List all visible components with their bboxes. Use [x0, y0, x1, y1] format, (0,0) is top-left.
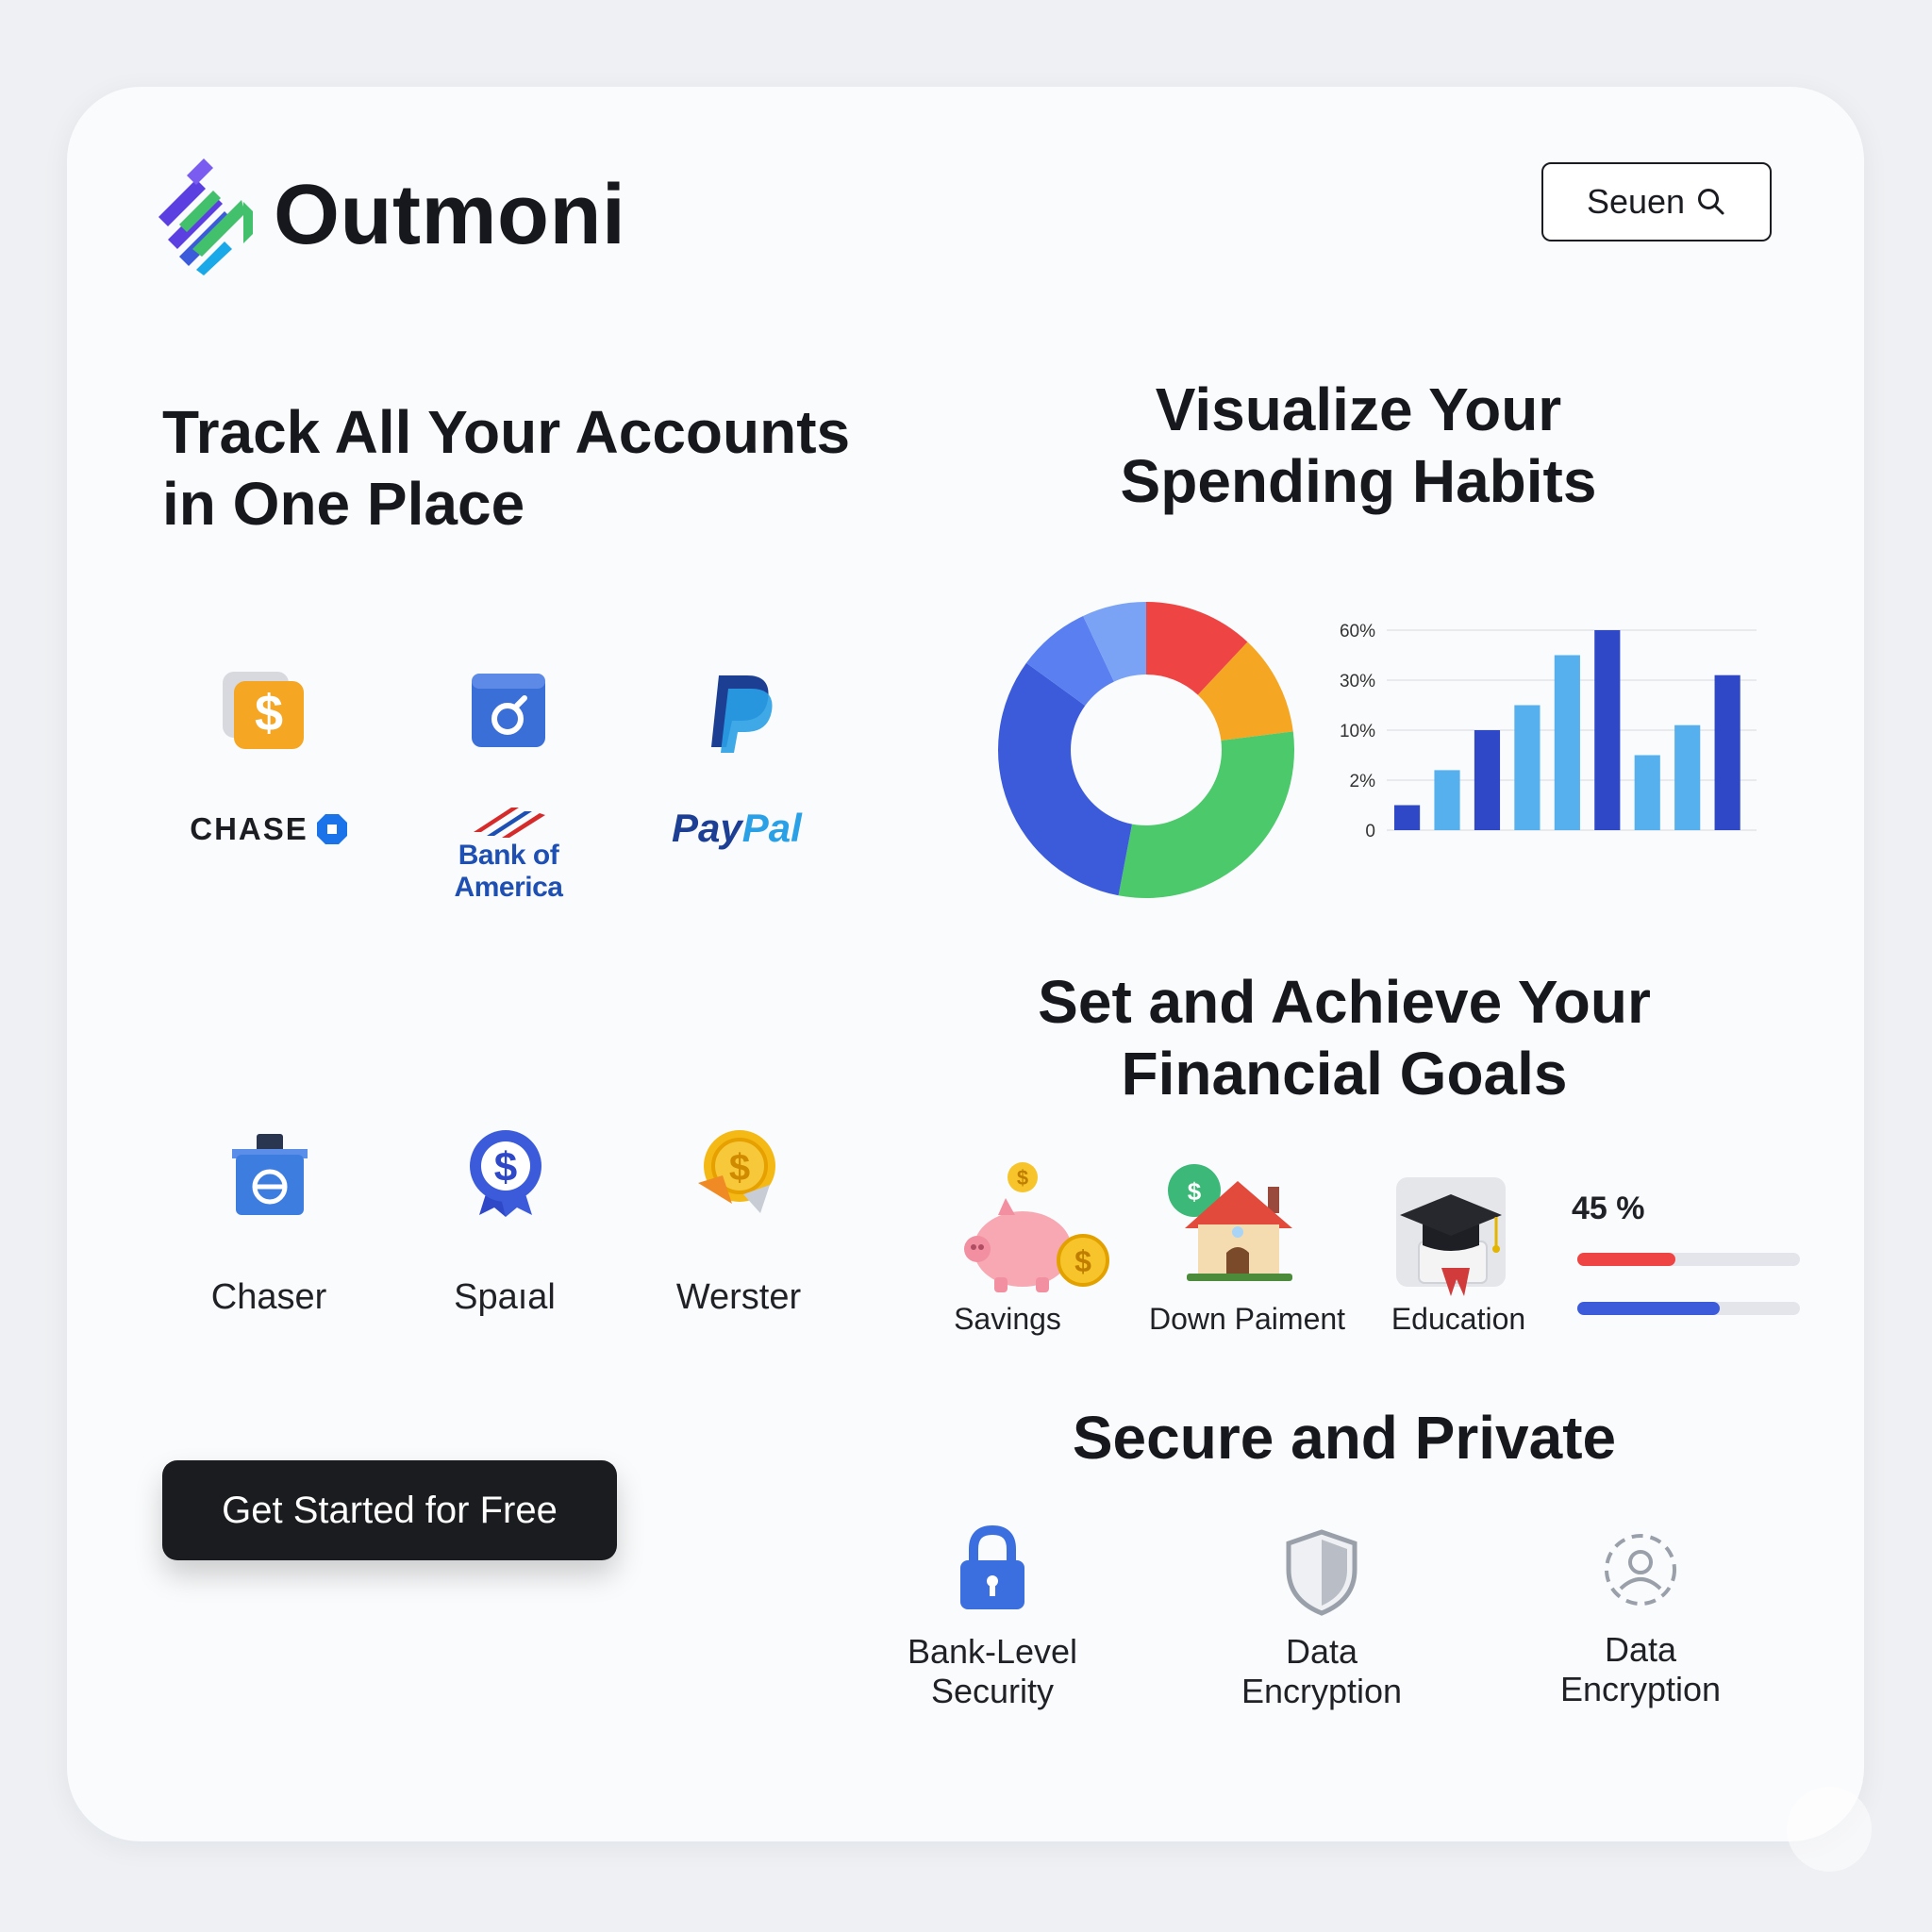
- account-label-werster[interactable]: Werster: [640, 1277, 838, 1318]
- security-label-data-encryption-2: Data Encryption: [1559, 1630, 1722, 1708]
- donut-slice-4: [998, 662, 1133, 896]
- paypal-icon: [711, 675, 773, 753]
- goal-progress-bar-2: [1577, 1302, 1800, 1315]
- bar-y-tick-label: 2%: [1350, 772, 1376, 791]
- watermark: [1787, 1787, 1872, 1872]
- shield-icon: [1286, 1529, 1357, 1616]
- dollar-badge-icon: $: [470, 1130, 541, 1217]
- bar-y-tick-label: 60%: [1340, 622, 1375, 641]
- search-icon: [1698, 189, 1724, 215]
- bar-y-tick-label: 10%: [1340, 722, 1375, 741]
- svg-text:$: $: [494, 1144, 517, 1191]
- accounts-title: Track All Your Accounts in One Place: [162, 398, 851, 538]
- svg-text:$: $: [1017, 1166, 1028, 1190]
- bar-6: [1594, 630, 1621, 830]
- bar-7: [1634, 755, 1660, 830]
- spending-donut-chart: [998, 602, 1294, 898]
- paypal-logo-pay: Pay: [672, 806, 742, 850]
- bar-1: [1394, 805, 1421, 830]
- bar-y-tick-label: 0: [1365, 822, 1375, 841]
- brand-name[interactable]: Outmoni: [274, 168, 625, 262]
- goal-progress-fill-1: [1577, 1253, 1675, 1266]
- security-label-bank-level: Bank-Level Security: [907, 1632, 1078, 1710]
- chase-logo-text: CHASE: [190, 811, 308, 846]
- house-icon: $: [1168, 1164, 1292, 1281]
- bank-of-america-logo[interactable]: Bank of America: [402, 804, 615, 904]
- spending-bar-chart: 0 2% 10% 30% 60%: [1340, 622, 1757, 841]
- boa-logo-text: Bank of America: [454, 840, 563, 903]
- bar-3: [1474, 730, 1501, 830]
- spending-title: Visualize Your Spending Habits: [1120, 375, 1597, 515]
- chase-octagon-icon: [316, 814, 347, 844]
- svg-text:$: $: [255, 685, 283, 741]
- goal-label-down-payment[interactable]: Down Paiment: [1136, 1302, 1358, 1337]
- paypal-logo[interactable]: PayPal: [672, 806, 802, 851]
- coin-icon: $: [698, 1130, 775, 1213]
- goal-progress-percent: 45 %: [1572, 1191, 1645, 1226]
- bar-y-tick-label: 30%: [1340, 672, 1375, 691]
- svg-text:$: $: [729, 1147, 750, 1189]
- bank-building-icon: [232, 1134, 308, 1215]
- piggy-bank-icon: $ $: [964, 1162, 1109, 1292]
- chase-logo[interactable]: CHASE: [187, 811, 351, 847]
- get-started-button[interactable]: Get Started for Free: [162, 1460, 617, 1560]
- account-label-chaser[interactable]: Chaser: [170, 1277, 368, 1318]
- graduation-cap-icon: [1396, 1177, 1506, 1296]
- search-button[interactable]: Seuen: [1541, 162, 1772, 242]
- donut-slice-3: [1118, 731, 1294, 898]
- bar-2: [1434, 770, 1460, 830]
- goal-label-savings[interactable]: Savings: [934, 1302, 1081, 1337]
- search-button-label: Seuen: [1586, 182, 1686, 221]
- bar-8: [1674, 724, 1701, 830]
- svg-text:$: $: [1074, 1244, 1091, 1278]
- bank-card-icon: [472, 674, 545, 747]
- boa-flag-icon: [474, 808, 545, 838]
- account-label-spaial[interactable]: Spaıal: [406, 1277, 604, 1318]
- goal-progress-bar-1: [1577, 1253, 1800, 1266]
- goals-title: Set and Achieve Your Financial Goals: [1038, 968, 1651, 1108]
- dollar-icon: $: [223, 672, 304, 749]
- brand-logo-icon: [158, 158, 253, 275]
- lock-icon: [960, 1524, 1024, 1609]
- security-title: Secure and Private: [1072, 1404, 1617, 1472]
- bar-5: [1554, 655, 1580, 830]
- goal-label-education[interactable]: Education: [1383, 1302, 1534, 1337]
- goal-progress-fill-2: [1577, 1302, 1721, 1315]
- svg-text:$: $: [1188, 1177, 1202, 1206]
- bar-4: [1514, 705, 1541, 830]
- security-label-data-encryption: Data Encryption: [1241, 1632, 1403, 1710]
- bar-9: [1714, 675, 1740, 830]
- paypal-logo-pal: Pal: [741, 806, 802, 850]
- user-privacy-icon: [1605, 1534, 1676, 1606]
